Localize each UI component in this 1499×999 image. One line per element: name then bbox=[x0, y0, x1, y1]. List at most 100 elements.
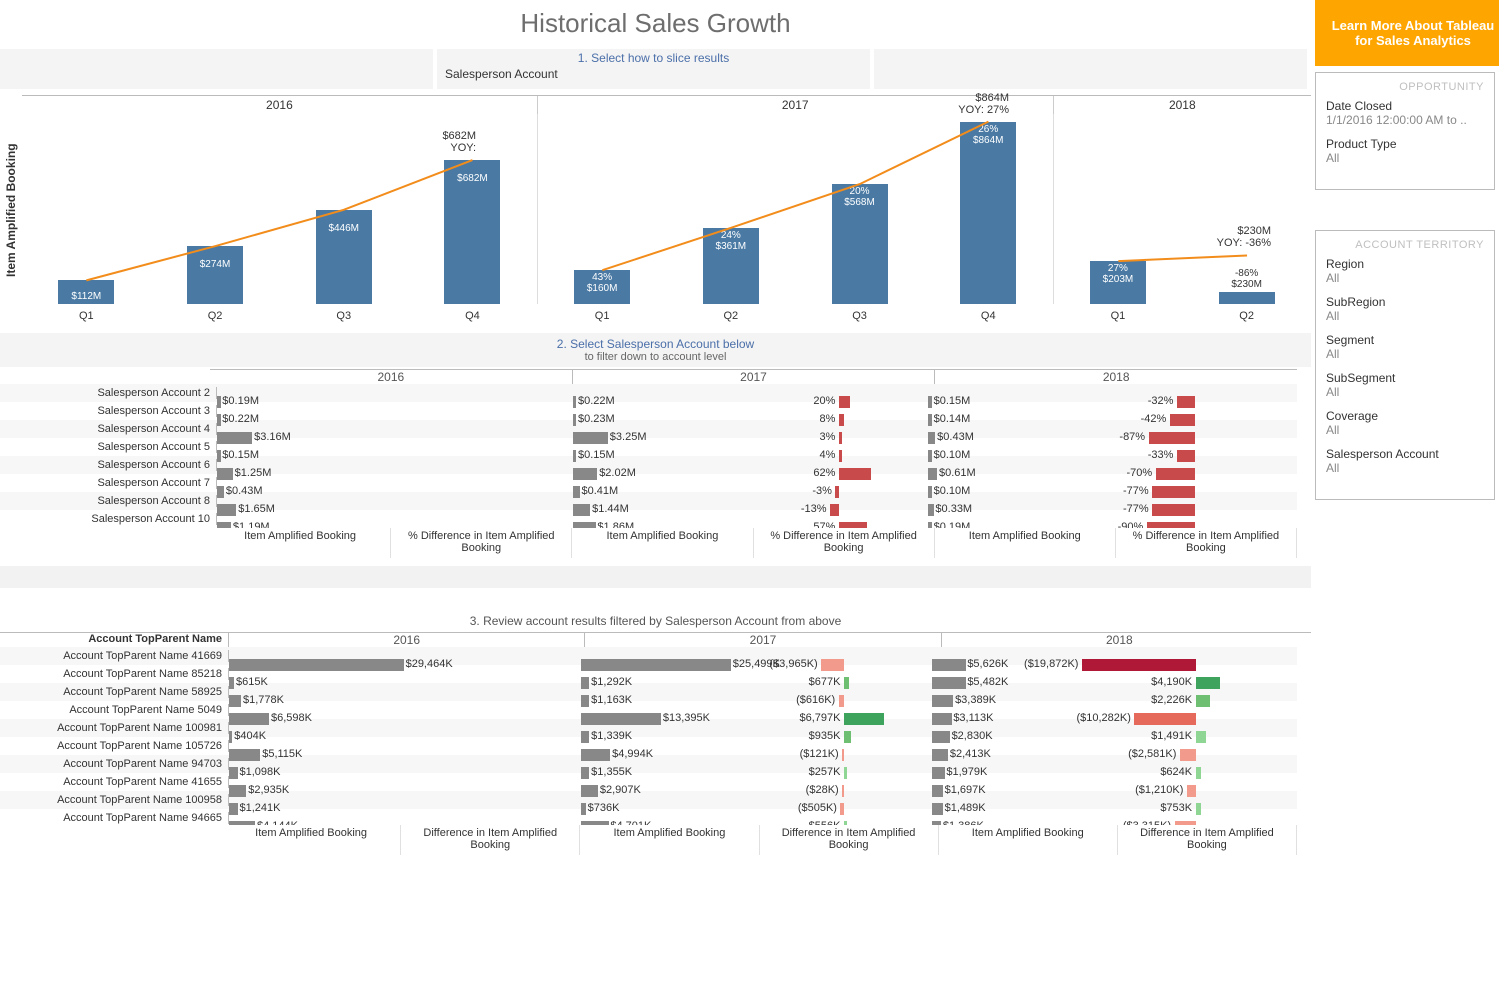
table-column-header: Item Amplified Booking bbox=[210, 528, 391, 558]
salesperson-name: Salesperson Account 8 bbox=[0, 495, 217, 507]
salesperson-name: Salesperson Account 5 bbox=[0, 441, 217, 453]
table-column-header: Difference in Item Amplified Booking bbox=[760, 825, 939, 855]
account-row[interactable]: Account TopParent Name 100958$1,241K$736… bbox=[0, 791, 1297, 809]
slice-cell-center[interactable]: 1. Select how to slice results Salespers… bbox=[437, 49, 870, 89]
filter-label: SubRegion bbox=[1326, 295, 1484, 309]
salesperson-row[interactable]: Salesperson Account 5$0.15M$0.15M4%$0.10… bbox=[0, 438, 1297, 456]
section2-subtitle: to filter down to account level bbox=[0, 351, 1311, 363]
table-year-header: 2018 bbox=[935, 370, 1297, 384]
account-name-header: Account TopParent Name bbox=[0, 633, 229, 647]
table-column-header: Item Amplified Booking bbox=[572, 528, 753, 558]
account-name: Account TopParent Name 5049 bbox=[0, 704, 229, 716]
salesperson-row[interactable]: Salesperson Account 3$0.22M$0.23M8%$0.14… bbox=[0, 402, 1297, 420]
table-year-header: 2016 bbox=[210, 370, 573, 384]
filter-value: 1/1/2016 12:00:00 AM to .. bbox=[1326, 113, 1484, 127]
salesperson-row[interactable]: Salesperson Account 4$3.16M$3.25M3%$0.43… bbox=[0, 420, 1297, 438]
filter-value: All bbox=[1326, 271, 1484, 285]
account-name: Account TopParent Name 85218 bbox=[0, 668, 229, 680]
account-row[interactable]: Account TopParent Name 58925$1,778K$1,16… bbox=[0, 683, 1297, 701]
filter-field[interactable]: SubSegmentAll bbox=[1326, 371, 1484, 399]
page-title: Historical Sales Growth bbox=[0, 0, 1311, 47]
filter-label: Salesperson Account bbox=[1326, 447, 1484, 461]
table-year-header: 2016 bbox=[229, 633, 585, 647]
table-column-header: Difference in Item Amplified Booking bbox=[1118, 825, 1297, 855]
filter-value: All bbox=[1326, 151, 1484, 165]
account-name: Account TopParent Name 105726 bbox=[0, 740, 229, 752]
filter-value: All bbox=[1326, 423, 1484, 437]
chart-quarter-label: Q3 bbox=[852, 310, 867, 322]
filter-opportunity-title: OPPORTUNITY bbox=[1326, 81, 1484, 93]
filter-field[interactable]: RegionAll bbox=[1326, 257, 1484, 285]
table-column-header: % Difference in Item Amplified Booking bbox=[754, 528, 935, 558]
account-table: Account TopParent Name 201620172018 Acco… bbox=[0, 632, 1311, 855]
filter-value: All bbox=[1326, 385, 1484, 399]
chart-end-label: $864M YOY: 27% bbox=[958, 92, 1009, 116]
salesperson-name: Salesperson Account 6 bbox=[0, 459, 217, 471]
chart-quarter-label: Q1 bbox=[1111, 310, 1126, 322]
filter-field[interactable]: Salesperson AccountAll bbox=[1326, 447, 1484, 475]
salesperson-name: Salesperson Account 7 bbox=[0, 477, 217, 489]
table-year-header: 2017 bbox=[585, 633, 941, 647]
chart-year-header: 2016 bbox=[22, 96, 538, 114]
account-scrollbar[interactable] bbox=[1299, 647, 1311, 825]
filter-label: Region bbox=[1326, 257, 1484, 271]
chart-end-label: $230M YOY: -36% bbox=[1217, 225, 1271, 249]
salesperson-row[interactable]: Salesperson Account 8$1.65M$1.44M-13%$0.… bbox=[0, 492, 1297, 510]
filter-field[interactable]: CoverageAll bbox=[1326, 409, 1484, 437]
salesperson-row[interactable]: Salesperson Account 10$1.19M$1.86M57%$0.… bbox=[0, 510, 1297, 528]
salesperson-scrollbar[interactable] bbox=[1299, 384, 1311, 528]
account-row[interactable]: Account TopParent Name 5049$6,598K$13,39… bbox=[0, 701, 1297, 719]
salesperson-row[interactable]: Salesperson Account 2$0.19M$0.22M20%$0.1… bbox=[0, 384, 1297, 402]
account-row[interactable]: Account TopParent Name 105726$5,115K$4,9… bbox=[0, 737, 1297, 755]
salesperson-table: 201620172018 Salesperson Account 2$0.19M… bbox=[0, 369, 1311, 558]
filter-field[interactable]: SegmentAll bbox=[1326, 333, 1484, 361]
filter-field[interactable]: SubRegionAll bbox=[1326, 295, 1484, 323]
account-row[interactable]: Account TopParent Name 94665$4,144K$4,70… bbox=[0, 809, 1297, 825]
account-name: Account TopParent Name 100981 bbox=[0, 722, 229, 734]
account-name: Account TopParent Name 94703 bbox=[0, 758, 229, 770]
table-column-header: Difference in Item Amplified Booking bbox=[401, 825, 580, 855]
filter-label: Date Closed bbox=[1326, 99, 1484, 113]
bar-line-chart[interactable]: 201620172018 $112MQ1$274MQ2$446MQ3$682MQ… bbox=[22, 95, 1311, 325]
salesperson-row[interactable]: Salesperson Account 6$1.25M$2.02M62%$0.6… bbox=[0, 456, 1297, 474]
filter-territory-title: ACCOUNT TERRITORY bbox=[1326, 239, 1484, 251]
filter-label: Segment bbox=[1326, 333, 1484, 347]
slice-cell-left[interactable] bbox=[0, 49, 433, 89]
filter-label: SubSegment bbox=[1326, 371, 1484, 385]
slice-selector-row: 1. Select how to slice results Salespers… bbox=[0, 49, 1311, 89]
account-name: Account TopParent Name 94665 bbox=[0, 812, 229, 824]
slice-cell-right[interactable] bbox=[874, 49, 1307, 89]
table-year-header: 2017 bbox=[573, 370, 936, 384]
chart-year-header: 2018 bbox=[1054, 96, 1311, 114]
salesperson-name: Salesperson Account 3 bbox=[0, 405, 217, 417]
chart-quarter-label: Q2 bbox=[208, 310, 223, 322]
filter-field[interactable]: Product TypeAll bbox=[1326, 137, 1484, 165]
cta-button[interactable]: Learn More About Tableau for Sales Analy… bbox=[1315, 0, 1499, 66]
table-year-header: 2018 bbox=[942, 633, 1297, 647]
chart-quarter-label: Q4 bbox=[465, 310, 480, 322]
chart-quarter-label: Q2 bbox=[723, 310, 738, 322]
account-name: Account TopParent Name 58925 bbox=[0, 686, 229, 698]
salesperson-name: Salesperson Account 10 bbox=[0, 513, 217, 525]
slice-instruction: 1. Select how to slice results bbox=[578, 51, 729, 65]
chart-y-axis-label: Item Amplified Booking bbox=[0, 95, 22, 325]
slice-value: Salesperson Account bbox=[445, 67, 558, 81]
filter-territory: ACCOUNT TERRITORY RegionAllSubRegionAllS… bbox=[1315, 230, 1495, 500]
chart-quarter-label: Q1 bbox=[79, 310, 94, 322]
chart-quarter-label: Q2 bbox=[1239, 310, 1254, 322]
account-row[interactable]: Account TopParent Name 41655$2,935K$2,90… bbox=[0, 773, 1297, 791]
salesperson-row[interactable]: Salesperson Account 7$0.43M$0.41M-3%$0.1… bbox=[0, 474, 1297, 492]
salesperson-name: Salesperson Account 4 bbox=[0, 423, 217, 435]
account-row[interactable]: Account TopParent Name 41669$29,464K$25,… bbox=[0, 647, 1297, 665]
table-column-header: % Difference in Item Amplified Booking bbox=[391, 528, 572, 558]
account-name: Account TopParent Name 41655 bbox=[0, 776, 229, 788]
filter-value: All bbox=[1326, 347, 1484, 361]
filter-label: Coverage bbox=[1326, 409, 1484, 423]
filter-value: All bbox=[1326, 309, 1484, 323]
filter-field[interactable]: Date Closed1/1/2016 12:00:00 AM to .. bbox=[1326, 99, 1484, 127]
section3-title: 3. Review account results filtered by Sa… bbox=[0, 614, 1311, 628]
table-column-header: Item Amplified Booking bbox=[939, 825, 1118, 855]
section2-title: 2. Select Salesperson Account below bbox=[0, 337, 1311, 351]
account-name: Account TopParent Name 100958 bbox=[0, 794, 229, 806]
chart-trend-line bbox=[1054, 114, 1311, 304]
